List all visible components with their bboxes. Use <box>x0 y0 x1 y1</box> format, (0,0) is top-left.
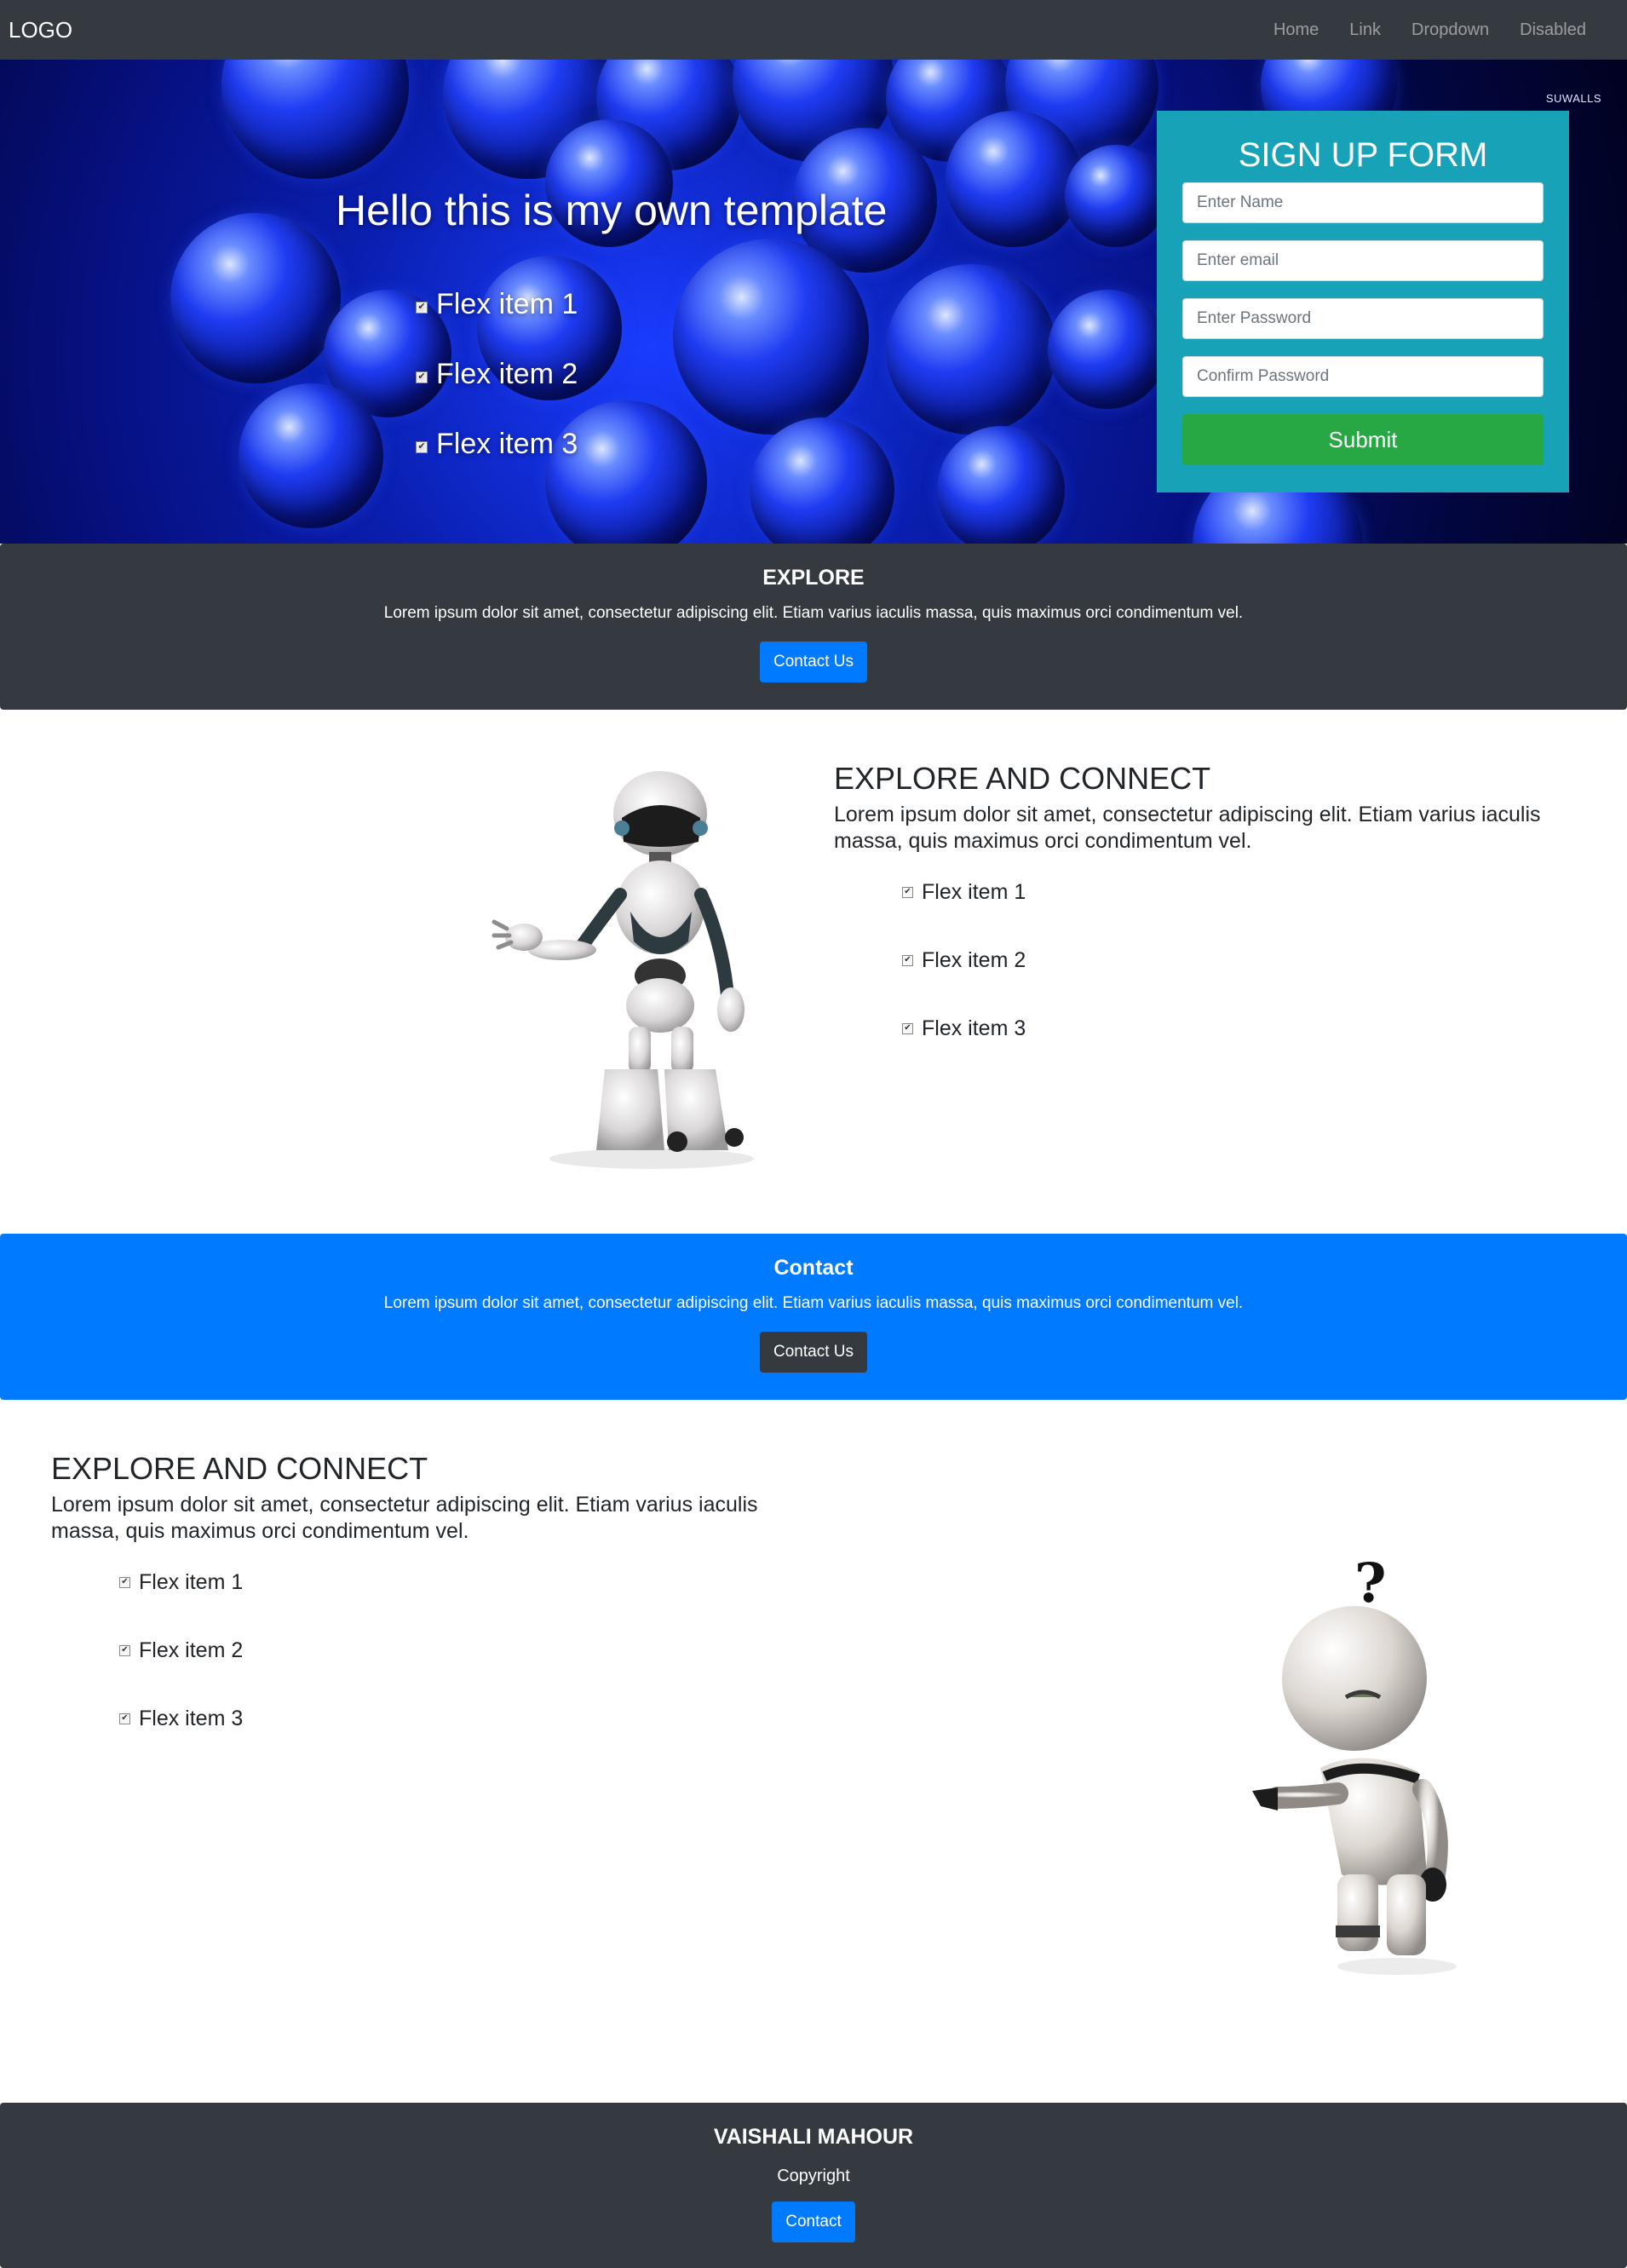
list-item: ✔ Flex item 1 <box>902 880 1584 948</box>
hero-list-item: ✔ Flex item 2 <box>416 358 578 428</box>
hero-list-item: ✔ Flex item 3 <box>416 428 578 498</box>
contact-us-button[interactable]: Contact Us <box>760 642 867 682</box>
list-item-label: Flex item 2 <box>922 948 1026 972</box>
nav-links: Home Link Dropdown Disabled <box>1258 20 1618 40</box>
list-item-label: Flex item 1 <box>139 1570 244 1594</box>
email-input[interactable] <box>1182 240 1544 281</box>
hero-list-item-label: Flex item 3 <box>436 428 578 460</box>
feature-title: EXPLORE AND CONNECT <box>834 761 1211 796</box>
explore-band-text: Lorem ipsum dolor sit amet, consectetur … <box>383 604 1244 622</box>
list-item-label: Flex item 2 <box>139 1638 244 1662</box>
list-item: ✔ Flex item 1 <box>119 1570 801 1638</box>
feature-title: EXPLORE AND CONNECT <box>51 1451 428 1486</box>
feature-section-1: EXPLORE AND CONNECT Lorem ipsum dolor si… <box>834 761 1584 1085</box>
list-item-label: Flex item 3 <box>139 1707 244 1730</box>
checkbox-icon: ✔ <box>902 955 913 966</box>
contact-us-button[interactable]: Contact Us <box>760 1332 867 1373</box>
list-item: ✔ Flex item 2 <box>902 948 1584 1016</box>
footer-contact-button[interactable]: Contact <box>772 2202 855 2242</box>
hero-list-item-label: Flex item 2 <box>436 358 578 390</box>
explore-band-title: EXPLORE <box>762 566 865 590</box>
footer-name: VAISHALI MAHOUR <box>713 2125 914 2149</box>
checkbox-icon: ✔ <box>416 371 428 383</box>
brand-logo[interactable]: LOGO <box>9 17 72 43</box>
hero-list-item-label: Flex item 1 <box>436 288 578 320</box>
list-item: ✔ Flex item 2 <box>119 1638 801 1707</box>
feature-list: ✔ Flex item 1 ✔ Flex item 2 ✔ Flex item 3 <box>902 880 1584 1085</box>
signup-form-title: SIGN UP FORM <box>1238 136 1488 174</box>
explore-band: EXPLORE Lorem ipsum dolor sit amet, cons… <box>0 544 1627 710</box>
checkbox-icon: ✔ <box>119 1713 130 1724</box>
nav-link-link[interactable]: Link <box>1334 20 1396 40</box>
list-item: ✔ Flex item 3 <box>902 1016 1584 1085</box>
list-item-label: Flex item 1 <box>922 880 1026 904</box>
checkbox-icon: ✔ <box>119 1645 130 1656</box>
hero-list-item: ✔ Flex item 1 <box>416 288 578 358</box>
confirm-password-input[interactable] <box>1182 356 1544 397</box>
nav-link-dropdown[interactable]: Dropdown <box>1396 20 1504 40</box>
submit-button[interactable]: Submit <box>1182 414 1544 465</box>
password-input[interactable] <box>1182 298 1544 339</box>
feature-list: ✔ Flex item 1 ✔ Flex item 2 ✔ Flex item 3 <box>119 1570 801 1775</box>
hero-watermark: SUWALLS <box>1545 92 1601 105</box>
checkbox-icon: ✔ <box>902 1023 913 1034</box>
hero-section: SUWALLS Hello this is my own template ✔ F… <box>0 60 1627 544</box>
feature-text: Lorem ipsum dolor sit amet, consectetur … <box>51 1493 758 1543</box>
nav-link-home[interactable]: Home <box>1258 20 1334 40</box>
checkbox-icon: ✔ <box>416 441 428 453</box>
navbar: LOGO Home Link Dropdown Disabled <box>0 0 1627 60</box>
checkbox-icon: ✔ <box>119 1577 130 1588</box>
nav-link-disabled[interactable]: Disabled <box>1504 20 1601 40</box>
contact-band-title: Contact <box>773 1256 854 1280</box>
contact-band: Contact Lorem ipsum dolor sit amet, cons… <box>0 1234 1627 1400</box>
list-item: ✔ Flex item 3 <box>119 1707 801 1775</box>
thinking-robot-image: ? <box>1252 1551 1457 1975</box>
signup-form: SIGN UP FORM Submit <box>1157 111 1569 492</box>
footer-copyright: Copyright <box>777 2167 850 2185</box>
hero-title: Hello this is my own template <box>336 187 888 234</box>
list-item-label: Flex item 3 <box>922 1016 1026 1040</box>
checkbox-icon: ✔ <box>416 302 428 314</box>
feature-text: Lorem ipsum dolor sit amet, consectetur … <box>834 803 1541 853</box>
robot-image <box>492 771 754 1169</box>
hero-list: ✔ Flex item 1 ✔ Flex item 2 ✔ Flex item 3 <box>416 288 578 498</box>
contact-band-text: Lorem ipsum dolor sit amet, consectetur … <box>383 1294 1244 1312</box>
question-mark-icon: ? <box>1354 1551 1387 1615</box>
feature-section-2: EXPLORE AND CONNECT Lorem ipsum dolor si… <box>51 1451 801 1775</box>
checkbox-icon: ✔ <box>902 887 913 898</box>
footer: VAISHALI MAHOUR Copyright Contact <box>0 2103 1627 2268</box>
name-input[interactable] <box>1182 182 1544 223</box>
